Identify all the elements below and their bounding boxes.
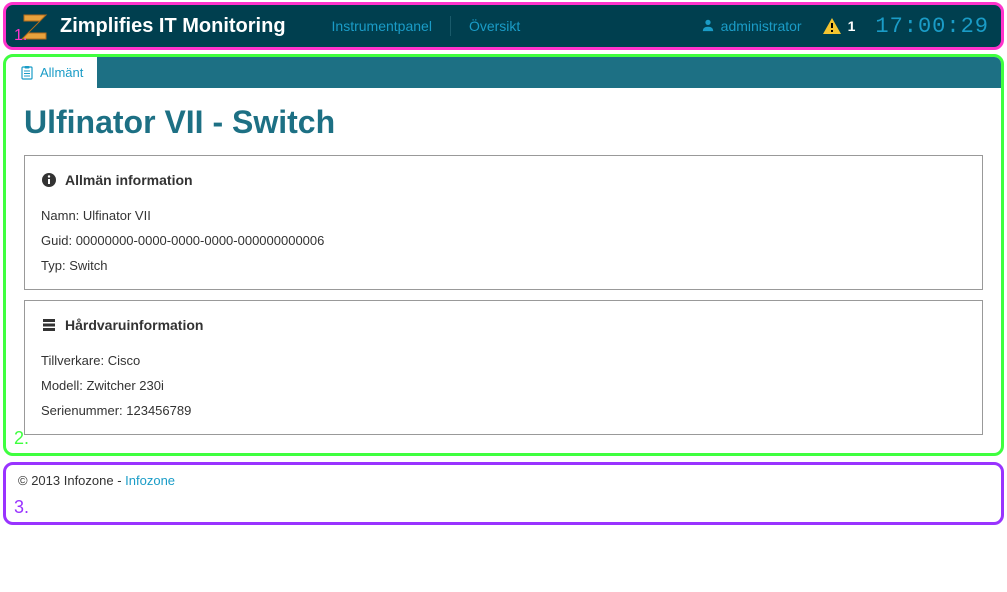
serial-label: Serienummer: bbox=[41, 403, 126, 418]
page-title: Ulfinator VII - Switch bbox=[24, 104, 983, 141]
nav-overview[interactable]: Översikt bbox=[451, 12, 538, 40]
name-value: Ulfinator VII bbox=[83, 208, 151, 223]
tab-general-label: Allmänt bbox=[40, 65, 83, 80]
row-manufacturer: Tillverkare: Cisco bbox=[41, 353, 966, 368]
panel-hardware-header: Hårdvaruinformation bbox=[41, 317, 966, 333]
row-guid: Guid: 00000000-0000-0000-0000-0000000000… bbox=[41, 233, 966, 248]
panel-hardware-heading: Hårdvaruinformation bbox=[65, 317, 203, 333]
page-content: Ulfinator VII - Switch Allmän informatio… bbox=[6, 88, 1001, 435]
clipboard-icon bbox=[20, 66, 34, 80]
app-title: Zimplifies IT Monitoring bbox=[60, 15, 286, 38]
warning-icon bbox=[822, 17, 842, 35]
serial-value: 123456789 bbox=[126, 403, 191, 418]
row-model: Modell: Zwitcher 230i bbox=[41, 378, 966, 393]
tab-general[interactable]: Allmänt bbox=[6, 57, 97, 88]
annotation-3: 3. bbox=[14, 497, 29, 518]
row-type: Typ: Switch bbox=[41, 258, 966, 273]
user-icon bbox=[701, 18, 715, 35]
hardware-icon bbox=[41, 317, 57, 333]
logo-area: Zimplifies IT Monitoring bbox=[18, 9, 314, 43]
row-name: Namn: Ulfinator VII bbox=[41, 208, 966, 223]
model-value: Zwitcher 230i bbox=[87, 378, 164, 393]
nav-links: Instrumentpanel Översikt bbox=[314, 12, 539, 40]
panel-hardware-info: Hårdvaruinformation Tillverkare: Cisco M… bbox=[24, 300, 983, 435]
annotation-2: 2. bbox=[14, 428, 29, 449]
mfr-label: Tillverkare: bbox=[41, 353, 108, 368]
top-header: 1. Zimplifies IT Monitoring Instrumentpa… bbox=[3, 2, 1004, 50]
guid-label: Guid: bbox=[41, 233, 76, 248]
panel-general-header: Allmän information bbox=[41, 172, 966, 188]
guid-value: 00000000-0000-0000-0000-000000000006 bbox=[76, 233, 325, 248]
alert-count: 1 bbox=[848, 18, 856, 34]
tab-bar: Allmänt bbox=[6, 57, 1001, 88]
nav-dashboard[interactable]: Instrumentpanel bbox=[314, 12, 450, 40]
clock: 17:00:29 bbox=[875, 14, 989, 39]
footer-copyright: © 2013 Infozone - bbox=[18, 473, 125, 488]
footer-link-infozone[interactable]: Infozone bbox=[125, 473, 175, 488]
row-serial: Serienummer: 123456789 bbox=[41, 403, 966, 418]
panel-general-info: Allmän information Namn: Ulfinator VII G… bbox=[24, 155, 983, 290]
model-label: Modell: bbox=[41, 378, 87, 393]
user-label: administrator bbox=[721, 18, 802, 34]
alert-indicator[interactable]: 1 bbox=[822, 17, 856, 35]
info-icon bbox=[41, 172, 57, 188]
main-content: 2. Allmänt Ulfinator VII - Switch bbox=[3, 54, 1004, 456]
type-value: Switch bbox=[69, 258, 107, 273]
user-menu[interactable]: administrator bbox=[701, 18, 802, 35]
annotation-1: 1. bbox=[14, 27, 27, 45]
panel-general-heading: Allmän information bbox=[65, 172, 193, 188]
header-right: administrator 1 17:00:29 bbox=[701, 14, 989, 39]
name-label: Namn: bbox=[41, 208, 83, 223]
mfr-value: Cisco bbox=[108, 353, 141, 368]
type-label: Typ: bbox=[41, 258, 69, 273]
footer: 3. © 2013 Infozone - Infozone bbox=[3, 462, 1004, 525]
